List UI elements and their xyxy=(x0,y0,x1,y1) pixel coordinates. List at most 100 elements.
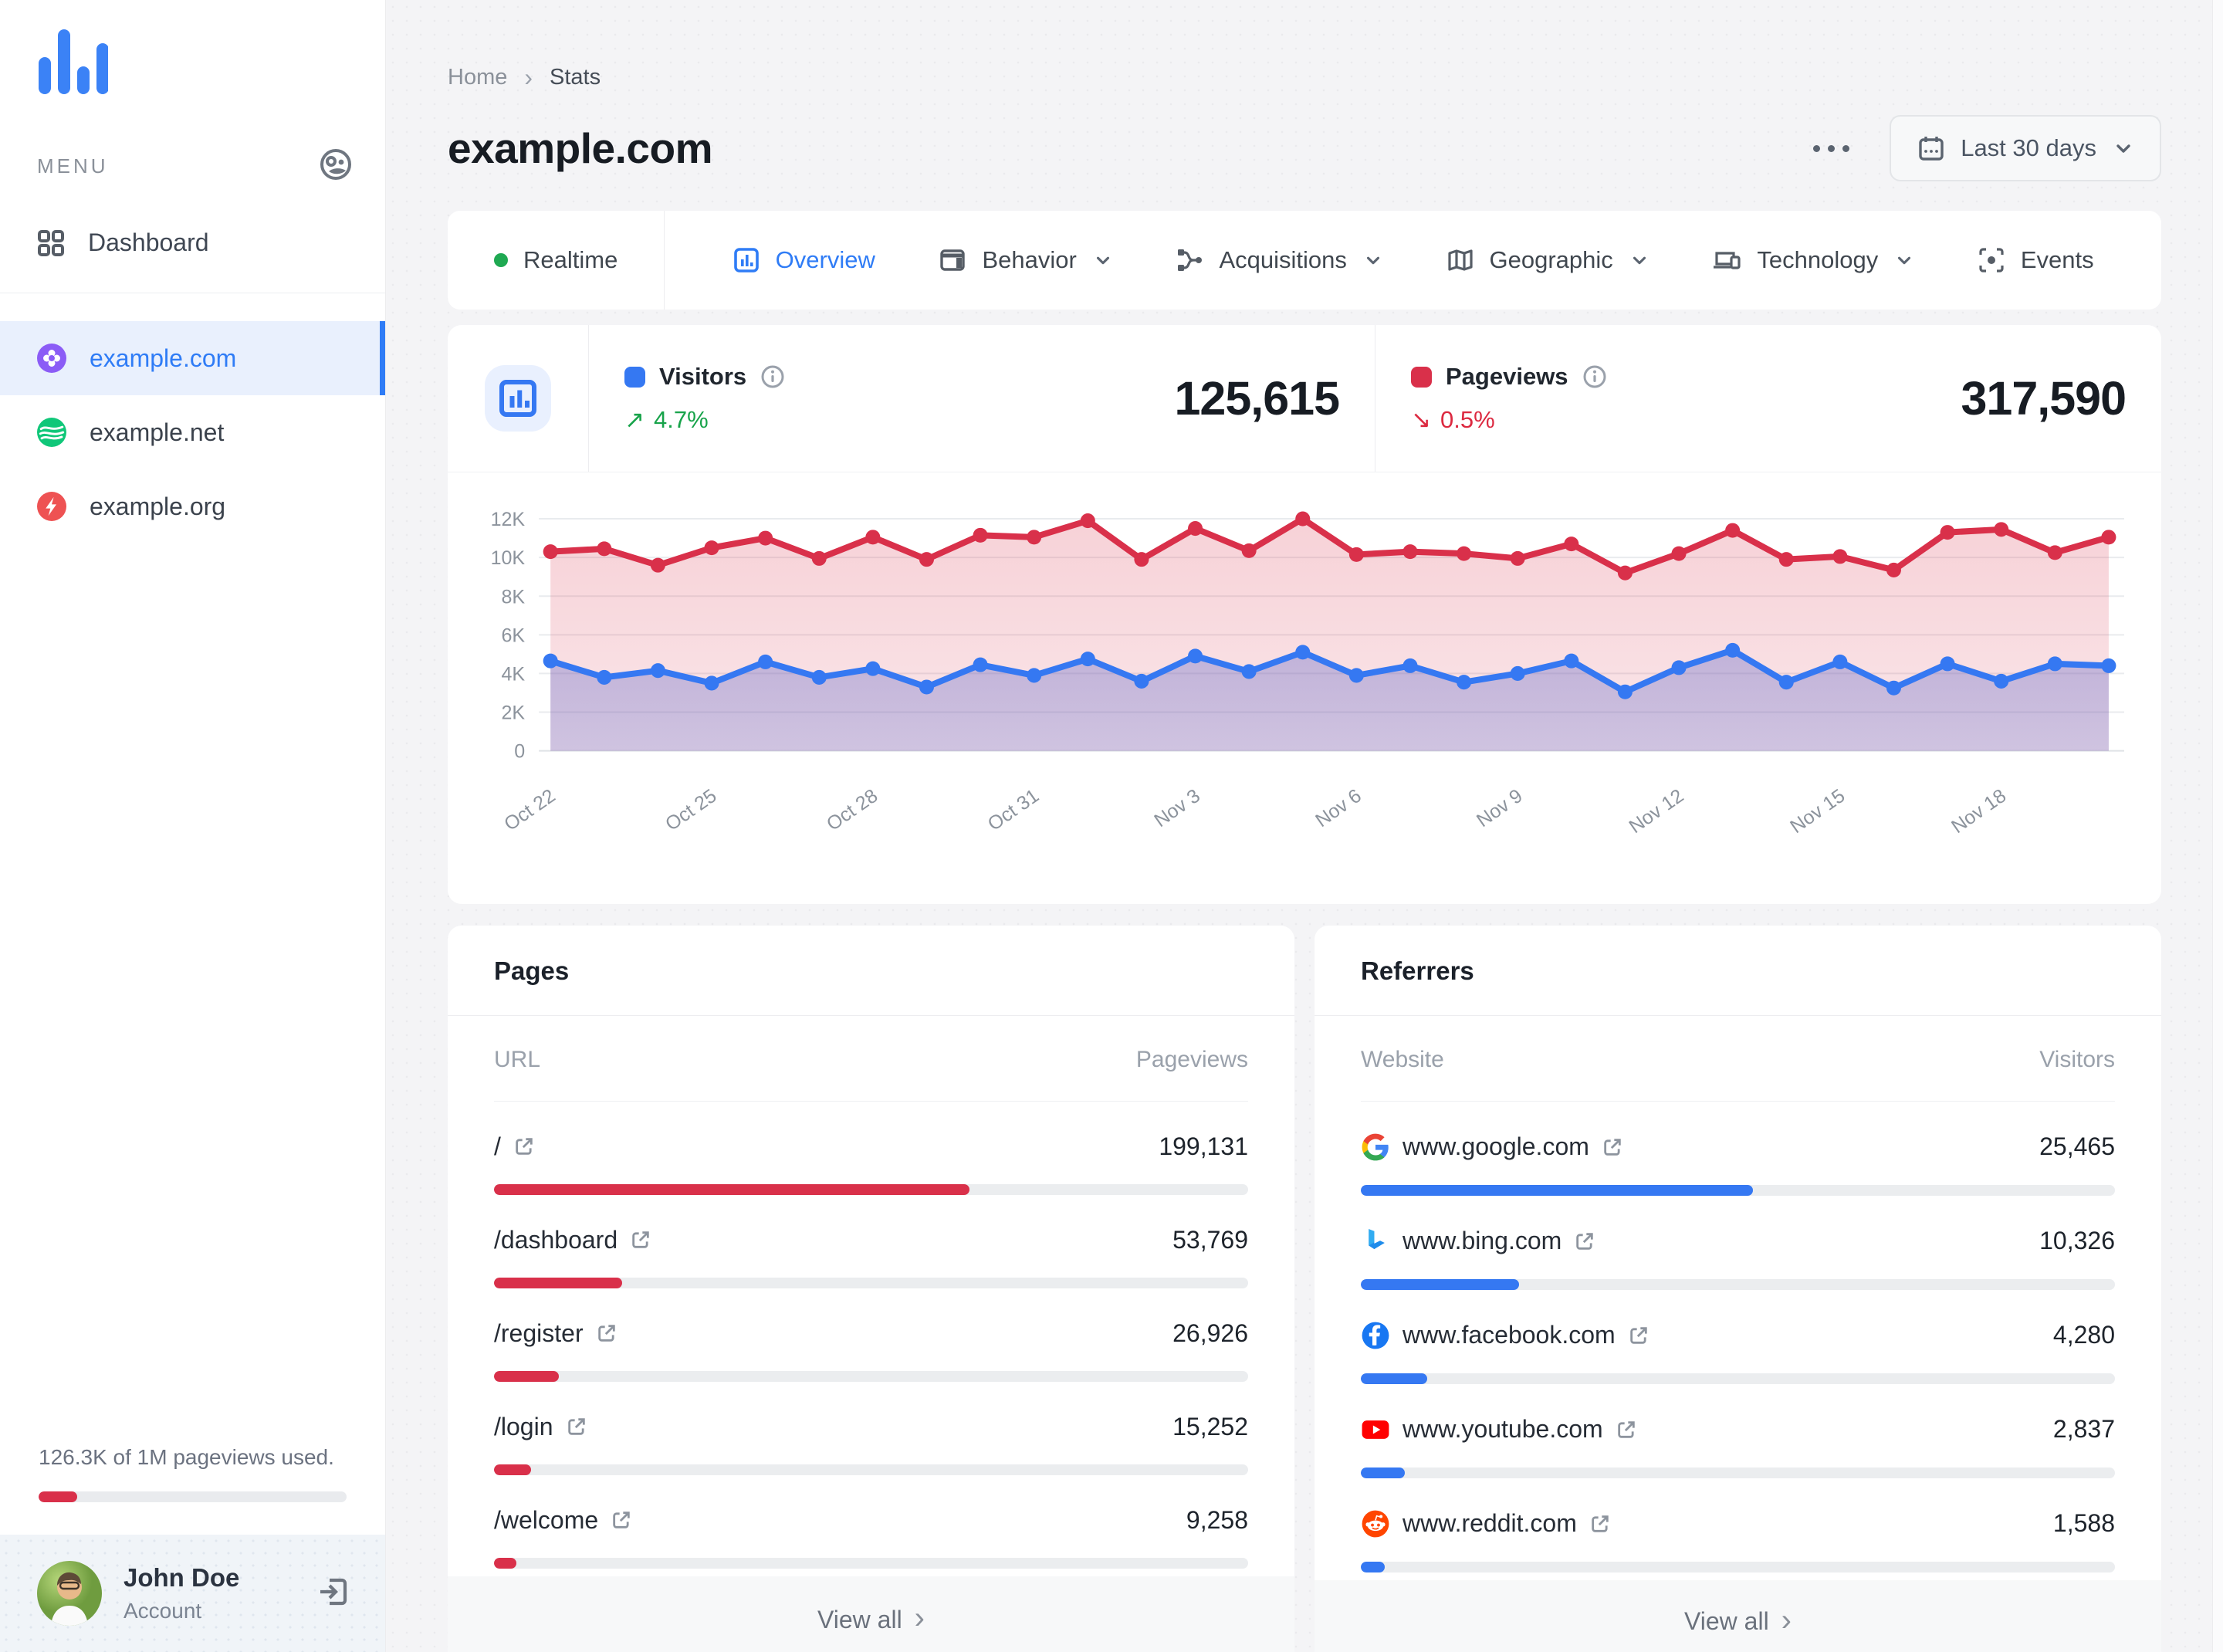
pageviews-bar xyxy=(494,1464,1248,1475)
traffic-chart[interactable]: 0 2K 4K 6K 8K 10K 12K Oct 22 Oct 25 Oct 28 Oct 31 N… xyxy=(448,472,2161,904)
external-link-icon[interactable] xyxy=(1602,1136,1623,1158)
chevron-right-icon: › xyxy=(1781,1603,1792,1637)
realtime-dot-icon xyxy=(494,253,508,267)
site-favicon-waves-icon xyxy=(37,418,66,447)
chevron-down-icon xyxy=(1898,256,1911,265)
breadcrumb-current: Stats xyxy=(550,65,601,90)
external-link-icon[interactable] xyxy=(1616,1419,1637,1440)
date-range-label: Last 30 days xyxy=(1961,134,2096,161)
visitors-bar xyxy=(1361,1373,2115,1384)
tab-behavior[interactable]: Behavior xyxy=(939,246,1112,274)
geographic-map-icon xyxy=(1447,249,1473,271)
table-row[interactable]: /welcome 9,258 xyxy=(448,1475,1294,1569)
analytics-app: MENU Dashboard example.com example.net e… xyxy=(0,0,2223,1652)
sidebar-item-example-org[interactable]: example.org xyxy=(0,469,385,543)
sidebar-item-dashboard[interactable]: Dashboard xyxy=(37,229,385,257)
pages-title: Pages xyxy=(448,926,1294,1016)
sidebar-item-example-net[interactable]: example.net xyxy=(0,395,385,469)
section-tabs: Realtime Overview Behavior Acquisitions … xyxy=(448,211,2161,310)
external-link-icon[interactable] xyxy=(1628,1325,1649,1346)
tab-events[interactable]: Events xyxy=(1978,246,2094,274)
site-name: example.com xyxy=(90,344,237,372)
scrollbar[interactable] xyxy=(2212,0,2223,1652)
info-icon[interactable] xyxy=(1582,364,1607,389)
svg-text:Oct 31: Oct 31 xyxy=(984,785,1043,835)
tab-technology[interactable]: Technology xyxy=(1712,246,1913,274)
pageviews-bar xyxy=(494,1557,1248,1569)
pageviews-swatch-icon xyxy=(1411,366,1432,388)
svg-text:Nov 6: Nov 6 xyxy=(1311,785,1365,831)
bing-icon xyxy=(1369,1229,1385,1250)
table-row[interactable]: / 199,131 xyxy=(448,1102,1294,1195)
visitors-bar xyxy=(1361,1184,2115,1196)
pages-col-url: URL xyxy=(494,1046,541,1072)
date-range-button[interactable]: Last 30 days xyxy=(1890,115,2161,181)
external-link-icon[interactable] xyxy=(1589,1513,1611,1535)
table-row[interactable]: www.reddit.com 1,588 xyxy=(1315,1478,2161,1572)
tab-realtime[interactable]: Realtime xyxy=(448,211,665,310)
table-row[interactable]: www.youtube.com 2,837 xyxy=(1315,1384,2161,1478)
reddit-icon xyxy=(1362,1510,1389,1538)
sidebar-item-example-com[interactable]: example.com xyxy=(0,321,385,395)
svg-text:10K: 10K xyxy=(491,547,526,569)
behavior-window-icon xyxy=(940,249,966,271)
chevron-right-icon: › xyxy=(914,1601,925,1636)
external-link-icon[interactable] xyxy=(630,1229,651,1251)
external-link-icon[interactable] xyxy=(513,1136,535,1157)
app-logo-icon xyxy=(37,28,385,98)
chevron-down-icon xyxy=(1096,256,1109,265)
svg-text:Nov 9: Nov 9 xyxy=(1473,785,1527,831)
usage-text: 126.3K of 1M pageviews used. xyxy=(39,1445,334,1469)
tab-overview[interactable]: Overview xyxy=(733,246,875,274)
pages-col-pageviews: Pageviews xyxy=(1135,1046,1248,1072)
trend-up-icon: ↗ xyxy=(624,406,645,433)
logout-icon[interactable] xyxy=(316,1574,351,1613)
pageviews-change: ↘ 0.5% xyxy=(1411,406,1495,433)
external-link-icon[interactable] xyxy=(1574,1231,1595,1252)
svg-text:2K: 2K xyxy=(502,702,526,724)
events-target-icon xyxy=(1979,248,2004,273)
avatar xyxy=(37,1561,102,1626)
page-title: example.com xyxy=(448,124,713,172)
visitors-stat: Visitors ↗ 4.7% 125,615 xyxy=(589,325,1375,472)
table-row[interactable]: www.bing.com 10,326 xyxy=(1315,1196,2161,1290)
tab-acquisitions[interactable]: Acquisitions xyxy=(1176,246,1382,274)
pages-rows: / 199,131 /dashboard 53,769 /register 26… xyxy=(448,1102,1294,1576)
referrers-rows: www.google.com 25,465 www.bing.com 10,32… xyxy=(1315,1102,2161,1580)
google-icon xyxy=(1362,1133,1389,1161)
account-footer[interactable]: John Doe Account xyxy=(0,1535,385,1652)
pageviews-value: 317,590 xyxy=(1961,372,2127,425)
chevron-down-icon xyxy=(1366,256,1379,265)
table-row[interactable]: /login 15,252 xyxy=(448,1382,1294,1475)
tab-label: Realtime xyxy=(523,246,618,273)
youtube-icon xyxy=(1362,1420,1389,1439)
referrers-col-visitors: Visitors xyxy=(2039,1046,2115,1072)
table-row[interactable]: /dashboard 53,769 xyxy=(448,1195,1294,1288)
overview-chart-card: Visitors ↗ 4.7% 125,615 Pageviews ↘ 0.5%… xyxy=(448,325,2161,904)
info-icon[interactable] xyxy=(760,364,785,389)
pageviews-bar xyxy=(494,1277,1248,1288)
external-link-icon[interactable] xyxy=(596,1322,618,1344)
referrers-col-website: Website xyxy=(1361,1046,1444,1072)
table-row[interactable]: www.facebook.com 4,280 xyxy=(1315,1290,2161,1384)
table-row[interactable]: /register 26,926 xyxy=(448,1288,1294,1382)
svg-text:Nov 18: Nov 18 xyxy=(1947,785,2010,838)
external-link-icon[interactable] xyxy=(566,1416,587,1437)
pages-view-all-button[interactable]: View all › xyxy=(448,1576,1294,1652)
more-options-button[interactable] xyxy=(1805,137,1857,160)
svg-text:4K: 4K xyxy=(502,663,526,685)
tab-label: Technology xyxy=(1757,246,1879,273)
svg-text:12K: 12K xyxy=(491,509,526,530)
tab-geographic[interactable]: Geographic xyxy=(1446,246,1649,274)
breadcrumb-home[interactable]: Home xyxy=(448,65,507,90)
table-row[interactable]: www.google.com 25,465 xyxy=(1315,1102,2161,1196)
tab-label: Overview xyxy=(775,246,875,273)
site-name: example.net xyxy=(90,418,225,446)
breadcrumb: Home › Stats xyxy=(448,63,2161,92)
referrers-view-all-button[interactable]: View all › xyxy=(1315,1579,2161,1652)
external-link-icon[interactable] xyxy=(611,1509,632,1531)
svg-text:Nov 15: Nov 15 xyxy=(1786,785,1849,838)
theme-icon[interactable] xyxy=(319,147,353,185)
pageviews-stat: Pageviews ↘ 0.5% 317,590 xyxy=(1375,325,2161,472)
svg-text:Nov 3: Nov 3 xyxy=(1150,785,1204,831)
